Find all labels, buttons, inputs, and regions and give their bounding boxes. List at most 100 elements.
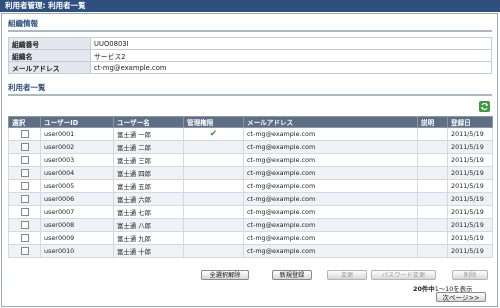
org-value: サービス2 <box>90 49 492 62</box>
admin-cell <box>183 218 244 232</box>
select-cell <box>8 244 41 258</box>
description-cell <box>417 166 448 180</box>
checkmark-icon: ✔ <box>209 129 218 139</box>
select-cell <box>8 153 41 167</box>
admin-cell <box>183 192 244 206</box>
user-name-cell: 富士通 三郎 <box>113 153 184 167</box>
description-cell <box>417 244 448 258</box>
next-page-button[interactable]: 次ページ>> <box>436 292 486 302</box>
org-row-name: 組織名 サービス2 <box>8 49 492 62</box>
select-cell <box>8 179 41 193</box>
org-value: ct-mg@example.com <box>90 61 492 74</box>
table-row[interactable]: user0006 富士通 六郎 ct-mg@example.com 2011/5/19 <box>8 192 493 206</box>
select-cell <box>8 192 41 206</box>
row-select-checkbox[interactable] <box>21 221 29 229</box>
admin-cell <box>183 153 244 167</box>
user-name-cell: 富士通 十郎 <box>113 244 184 258</box>
delete-button[interactable]: 削除 <box>452 270 488 280</box>
user-id-cell: user0009 <box>40 231 114 245</box>
org-label: メールアドレス <box>8 61 91 74</box>
row-select-checkbox[interactable] <box>21 208 29 216</box>
registered-date-cell: 2011/5/19 <box>447 179 493 193</box>
org-section-divider <box>8 30 492 32</box>
description-cell <box>417 231 448 245</box>
col-registered-date[interactable]: 登録日 <box>447 116 493 128</box>
org-label: 組織番号 <box>8 37 91 50</box>
user-id-cell: user0010 <box>40 244 114 258</box>
description-cell <box>417 140 448 154</box>
row-select-checkbox[interactable] <box>21 195 29 203</box>
user-id-cell: user0008 <box>40 218 114 232</box>
select-all-button[interactable]: 全選択解除 <box>201 270 249 280</box>
row-select-checkbox[interactable] <box>21 182 29 190</box>
user-name-cell: 富士通 四郎 <box>113 166 184 180</box>
users-section-divider <box>8 94 492 96</box>
table-row[interactable]: user0008 富士通 八郎 ct-mg@example.com 2011/5/19 <box>8 218 493 232</box>
password-change-button[interactable]: パスワード変更 <box>371 270 436 280</box>
new-user-button[interactable]: 新規登録 <box>272 270 312 280</box>
edit-button[interactable]: 変更 <box>327 270 367 280</box>
registered-date-cell: 2011/5/19 <box>447 192 493 206</box>
email-cell: ct-mg@example.com <box>243 218 418 232</box>
description-cell <box>417 179 448 193</box>
select-cell <box>8 231 41 245</box>
row-select-checkbox[interactable] <box>21 247 29 255</box>
admin-cell <box>183 166 244 180</box>
registered-date-cell: 2011/5/19 <box>447 205 493 219</box>
user-id-cell: user0007 <box>40 205 114 219</box>
table-row[interactable]: user0004 富士通 四郎 ct-mg@example.com 2011/5/19 <box>8 166 493 180</box>
row-select-checkbox[interactable] <box>21 130 29 138</box>
description-cell <box>417 205 448 219</box>
admin-cell: ✔ <box>183 127 244 141</box>
registered-date-cell: 2011/5/19 <box>447 153 493 167</box>
table-row[interactable]: user0005 富士通 五郎 ct-mg@example.com 2011/5/19 <box>8 179 493 193</box>
row-select-checkbox[interactable] <box>21 143 29 151</box>
email-cell: ct-mg@example.com <box>243 179 418 193</box>
registered-date-cell: 2011/5/19 <box>447 140 493 154</box>
registered-date-cell: 2011/5/19 <box>447 231 493 245</box>
window-title: 利用者管理: 利用者一覧 <box>0 0 500 12</box>
col-user-id[interactable]: ユーザーID <box>40 116 114 128</box>
col-description[interactable]: 説明 <box>417 116 448 128</box>
col-select[interactable]: 選択 <box>8 116 41 128</box>
user-name-cell: 富士通 六郎 <box>113 192 184 206</box>
col-email[interactable]: メールアドレス <box>243 116 418 128</box>
table-row[interactable]: user0010 富士通 十郎 ct-mg@example.com 2011/5/19 <box>8 244 493 258</box>
user-name-cell: 富士通 五郎 <box>113 179 184 193</box>
table-row[interactable]: user0003 富士通 三郎 ct-mg@example.com 2011/5/19 <box>8 153 493 167</box>
user-id-cell: user0005 <box>40 179 114 193</box>
row-select-checkbox[interactable] <box>21 156 29 164</box>
description-cell <box>417 192 448 206</box>
email-cell: ct-mg@example.com <box>243 231 418 245</box>
col-user-name[interactable]: ユーザー名 <box>113 116 184 128</box>
org-row-number: 組織番号 UUO0803I <box>8 37 492 50</box>
email-cell: ct-mg@example.com <box>243 153 418 167</box>
select-cell <box>8 205 41 219</box>
refresh-icon[interactable] <box>479 101 490 112</box>
table-row[interactable]: user0007 富士通 七郎 ct-mg@example.com 2011/5/19 <box>8 205 493 219</box>
email-cell: ct-mg@example.com <box>243 166 418 180</box>
email-cell: ct-mg@example.com <box>243 140 418 154</box>
row-select-checkbox[interactable] <box>21 234 29 242</box>
description-cell <box>417 127 448 141</box>
org-info-table: 組織番号 UUO0803I 組織名 サービス2 メールアドレス ct-mg@ex… <box>8 37 492 74</box>
users-table-body: user0001 富士通 一郎 ✔ ct-mg@example.com 2011/5/1… <box>8 127 493 258</box>
table-row[interactable]: user0009 富士通 九郎 ct-mg@example.com 2011/5/19 <box>8 231 493 245</box>
email-cell: ct-mg@example.com <box>243 244 418 258</box>
admin-cell <box>183 244 244 258</box>
user-name-cell: 富士通 八郎 <box>113 218 184 232</box>
user-name-cell: 富士通 九郎 <box>113 231 184 245</box>
row-select-checkbox[interactable] <box>21 169 29 177</box>
org-value: UUO0803I <box>90 37 492 50</box>
org-section-heading: 組織情報 <box>8 19 38 28</box>
col-admin[interactable]: 管理権限 <box>183 116 244 128</box>
table-row[interactable]: user0001 富士通 一郎 ✔ ct-mg@example.com 2011/5/1… <box>8 127 493 141</box>
admin-cell <box>183 179 244 193</box>
select-cell <box>8 127 41 141</box>
user-id-cell: user0003 <box>40 153 114 167</box>
admin-cell <box>183 205 244 219</box>
description-cell <box>417 153 448 167</box>
table-row[interactable]: user0002 富士通 二郎 ct-mg@example.com 2011/5/19 <box>8 140 493 154</box>
users-section-heading: 利用者一覧 <box>8 83 46 92</box>
pagination-total: 20件中 <box>413 285 435 293</box>
